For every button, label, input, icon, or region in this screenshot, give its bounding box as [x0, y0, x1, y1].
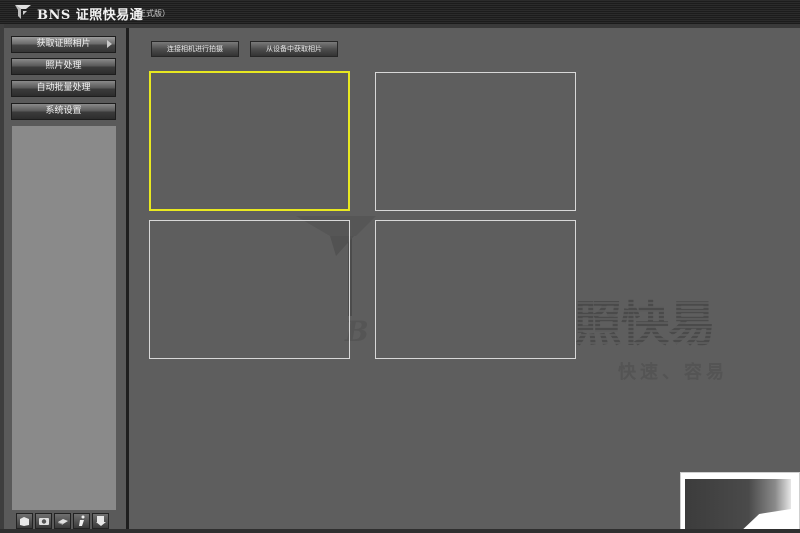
app-edition: （正式版）: [130, 9, 170, 18]
open-icon[interactable]: [16, 513, 33, 529]
photo-slot-1[interactable]: [149, 71, 350, 211]
photo-slot-3[interactable]: [149, 220, 350, 359]
sidebar-divider: [126, 28, 129, 529]
get-from-device-button[interactable]: 从设备中获取相片: [250, 41, 338, 57]
sidebar-item-label: 照片处理: [45, 61, 82, 71]
bns-logo-icon: [15, 5, 31, 19]
watermark-title: 照快易: [574, 284, 716, 354]
sidebar: 获取证照相片 照片处理 自动批量处理 系统设置: [4, 28, 126, 529]
export-icon[interactable]: [92, 513, 109, 529]
sidebar-toolbar: [16, 513, 113, 529]
sidebar-item-system-settings[interactable]: 系统设置: [11, 103, 116, 120]
sidebar-panel: [12, 126, 116, 510]
sidebar-item-label: 系统设置: [45, 106, 82, 116]
chevron-right-icon: [107, 40, 112, 48]
frame-bottom-edge: [0, 529, 800, 533]
info-icon[interactable]: [73, 513, 90, 529]
camera-icon[interactable]: [35, 513, 52, 529]
title-bar: BNS 证照快易通 （正式版）: [0, 0, 800, 24]
sidebar-item-batch-processing[interactable]: 自动批量处理: [11, 80, 116, 97]
sidebar-item-label: 自动批量处理: [36, 83, 91, 93]
preview-image: [685, 479, 791, 529]
watermark-subtitle: 快速、容易: [618, 362, 728, 383]
sidebar-item-label: 获取证照相片: [36, 39, 91, 49]
photo-slot-4[interactable]: [375, 220, 576, 359]
sidebar-item-photo-processing[interactable]: 照片处理: [11, 58, 116, 75]
photo-slot-2[interactable]: [375, 72, 576, 211]
sidebar-item-get-photo[interactable]: 获取证照相片: [11, 36, 116, 53]
preview-thumbnail: [680, 472, 800, 533]
scanner-icon[interactable]: [54, 513, 71, 529]
connect-camera-button[interactable]: 连接相机进行拍摄: [151, 41, 239, 57]
app-title: BNS 证照快易通: [37, 8, 144, 23]
